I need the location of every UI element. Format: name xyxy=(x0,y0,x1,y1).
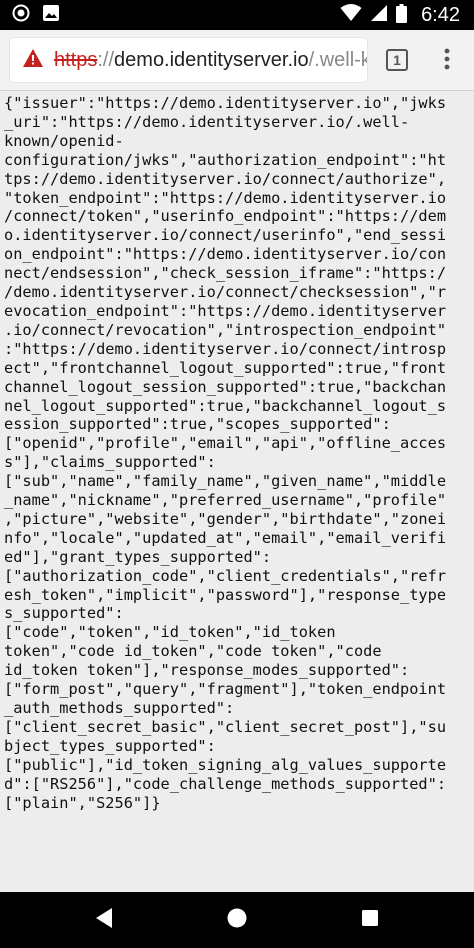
json-line: nel_logout_supported":true,"backchannel_… xyxy=(4,396,447,415)
url-scheme: https xyxy=(54,48,98,71)
json-line: o.identityserver.io/connect/userinfo","e… xyxy=(4,226,447,245)
json-line: ["openid","profile","email","api","offli… xyxy=(4,434,447,453)
json-line: _uri":"https://demo.identityserver.io/.w… xyxy=(4,112,410,131)
json-line: esh_token","implicit","password"],"respo… xyxy=(4,585,447,604)
url-text: https://demo.identityserver.io/.well-kn xyxy=(54,49,367,72)
json-line: _auth_methods_supported": xyxy=(4,699,235,717)
json-line: ["code","token","id_token","id_token xyxy=(4,623,336,642)
wifi-icon xyxy=(340,4,362,26)
json-line: configuration/jwks","authorization_endpo… xyxy=(4,150,447,169)
home-button[interactable] xyxy=(223,906,251,934)
json-line: :"https://demo.identityserver.io/connect… xyxy=(4,339,447,358)
json-line: _name","nickname","preferred_username","… xyxy=(4,491,447,510)
json-line: ["public"],"id_token_signing_alg_values_… xyxy=(4,755,447,774)
json-line: ,"picture","website","gender","birthdate… xyxy=(4,509,447,528)
tab-switcher-button[interactable]: 1 xyxy=(386,49,408,71)
navigation-bar xyxy=(0,892,474,948)
json-line: ession_supported":true,"scopes_supported… xyxy=(4,415,391,434)
page-content[interactable]: {"issuer":"https://demo.identityserver.i… xyxy=(0,91,474,892)
status-time: 6:42 xyxy=(421,3,460,26)
json-line: id_token token"],"response_modes_support… xyxy=(4,661,410,680)
json-line: ["form_post","query","fragment"],"token_… xyxy=(4,680,447,699)
json-line: nfo","locale","updated_at","email","emai… xyxy=(4,528,447,547)
back-icon xyxy=(94,907,114,933)
image-notification-icon xyxy=(42,4,60,26)
json-line: ["plain","S256"]} xyxy=(4,793,161,812)
browser-toolbar: https://demo.identityserver.io/.well-kn … xyxy=(0,30,474,90)
json-line: /connect/token","userinfo_endpoint":"htt… xyxy=(4,207,447,226)
home-icon xyxy=(226,907,248,933)
status-bar: 6:42 xyxy=(0,0,474,30)
json-line: d":["RS256"],"code_challenge_methods_sup… xyxy=(4,774,447,793)
more-vert-icon xyxy=(444,48,450,74)
json-document: {"issuer":"https://demo.identityserver.i… xyxy=(4,94,470,812)
recents-button[interactable] xyxy=(356,906,384,934)
json-line: ["client_secret_basic","client_secret_po… xyxy=(4,717,447,736)
json-line: "token_endpoint":"https://demo.identitys… xyxy=(4,188,447,207)
json-line: s"],"claims_supported": xyxy=(4,453,216,472)
warning-icon[interactable] xyxy=(22,48,44,72)
json-line: ["sub","name","family_name","given_name"… xyxy=(4,472,447,491)
url-domain: demo.identityserver.io xyxy=(114,48,309,71)
back-button[interactable] xyxy=(90,906,118,934)
json-line: on_endpoint":"https://demo.identityserve… xyxy=(4,245,447,264)
json-line: bject_types_supported": xyxy=(4,736,216,755)
json-line: /demo.identityserver.io/connect/checkses… xyxy=(4,283,447,302)
url-bar[interactable]: https://demo.identityserver.io/.well-kn xyxy=(10,38,367,82)
json-line: known/openid- xyxy=(4,131,124,150)
circle-notification-icon xyxy=(12,4,30,26)
menu-button[interactable] xyxy=(437,48,457,74)
json-line: evocation_endpoint":"https://demo.identi… xyxy=(4,301,447,320)
json-line: {"issuer":"https://demo.identityserver.i… xyxy=(4,94,447,112)
recents-icon xyxy=(361,909,379,931)
json-line: channel_logout_session_supported":true,"… xyxy=(4,377,447,396)
json-line: nect/endsession","check_session_iframe":… xyxy=(4,264,447,283)
json-line: .io/connect/revocation","introspection_e… xyxy=(4,320,447,339)
json-line: tps://demo.identityserver.io/connect/aut… xyxy=(4,169,447,188)
json-line: s_supported": xyxy=(4,604,124,623)
url-path: /.well-kn xyxy=(308,48,367,71)
json-line: ed"],"grant_types_supported": xyxy=(4,547,272,566)
battery-icon xyxy=(396,3,408,27)
url-separator: :// xyxy=(97,48,115,71)
tab-count: 1 xyxy=(393,52,401,68)
json-line: ["authorization_code","client_credential… xyxy=(4,566,447,585)
cellular-icon xyxy=(370,4,388,26)
json-line: ect","frontchannel_logout_supported":tru… xyxy=(4,358,447,377)
json-line: token","code id_token","code token","cod… xyxy=(4,642,382,661)
